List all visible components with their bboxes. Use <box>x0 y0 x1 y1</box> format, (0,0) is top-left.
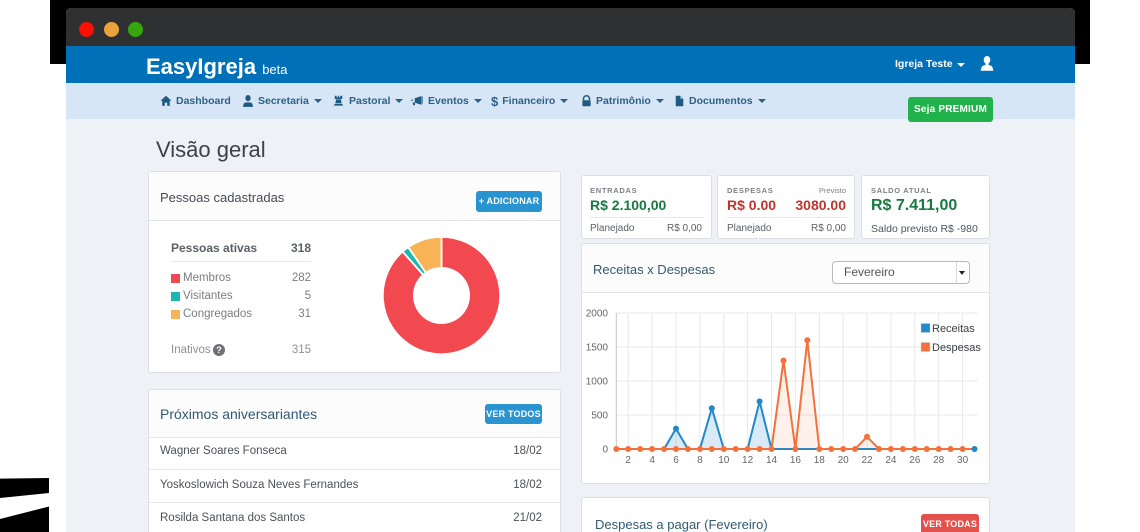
svg-text:20: 20 <box>838 455 850 466</box>
svg-text:14: 14 <box>766 455 778 466</box>
svg-text:30: 30 <box>957 455 969 466</box>
svg-text:Receitas: Receitas <box>932 323 975 335</box>
svg-text:24: 24 <box>885 455 897 466</box>
svg-text:1500: 1500 <box>586 343 609 354</box>
svg-text:Despesas: Despesas <box>932 342 981 354</box>
svg-text:6: 6 <box>673 455 679 466</box>
svg-text:2000: 2000 <box>586 309 609 320</box>
svg-text:8: 8 <box>697 455 703 466</box>
svg-text:500: 500 <box>591 411 608 422</box>
svg-text:28: 28 <box>933 455 945 466</box>
svg-text:22: 22 <box>861 455 873 466</box>
svg-text:0: 0 <box>602 445 608 456</box>
svg-text:18: 18 <box>814 455 826 466</box>
svg-text:4: 4 <box>649 455 655 466</box>
svg-text:26: 26 <box>909 455 921 466</box>
svg-text:10: 10 <box>718 455 730 466</box>
svg-text:1000: 1000 <box>586 377 609 388</box>
svg-text:2: 2 <box>625 455 631 466</box>
svg-text:12: 12 <box>742 455 754 466</box>
svg-text:16: 16 <box>790 455 802 466</box>
